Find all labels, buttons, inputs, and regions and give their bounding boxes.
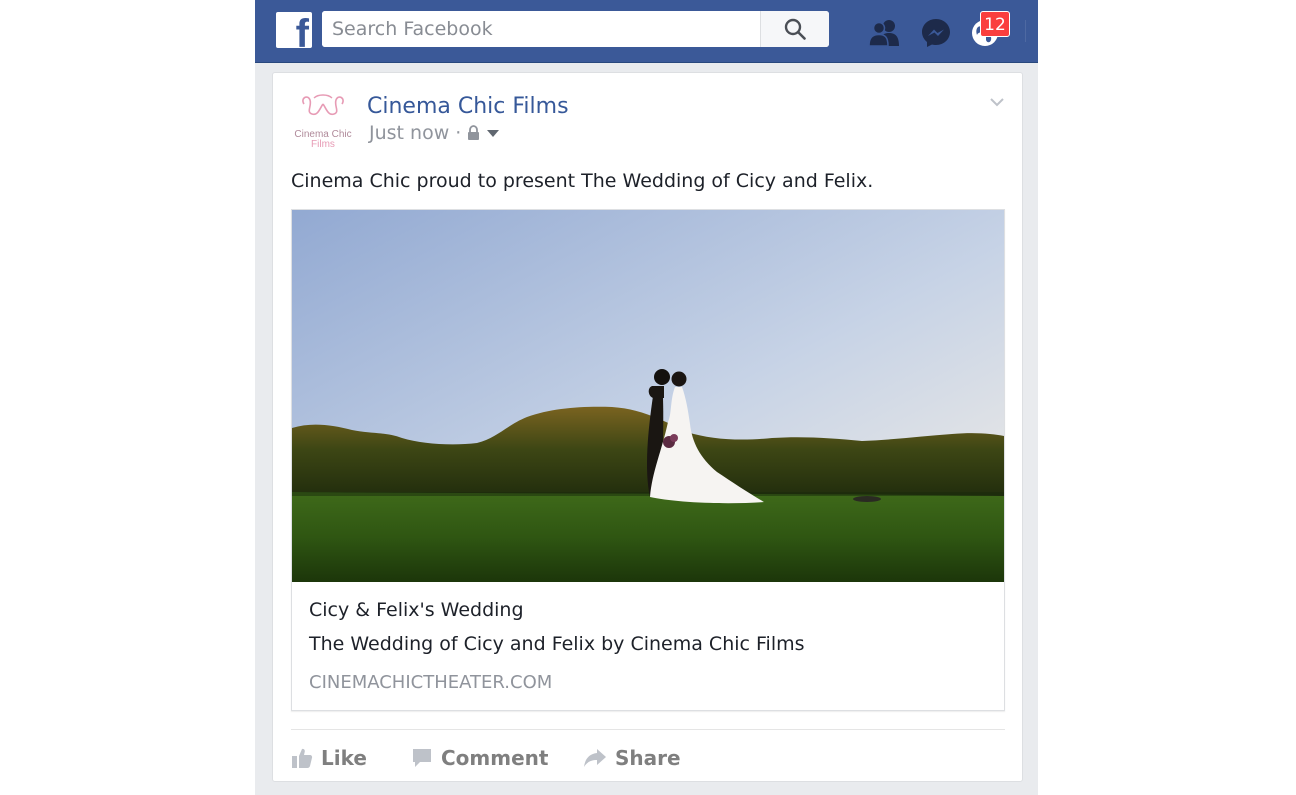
- facebook-logo-letter: f: [295, 12, 309, 48]
- share-label: Share: [615, 746, 681, 770]
- share-button[interactable]: Share: [583, 743, 681, 773]
- comment-button[interactable]: Comment: [411, 743, 548, 773]
- comment-label: Comment: [441, 746, 549, 770]
- post-options-chevron-icon[interactable]: [988, 95, 1006, 109]
- post-actions: Like Comment Share: [291, 743, 1005, 773]
- post-card: Cinema Chic Films Cinema Chic Films Just…: [272, 72, 1023, 782]
- meta-separator: ·: [455, 122, 462, 144]
- page-name-link[interactable]: Cinema Chic Films: [367, 94, 569, 119]
- share-arrow-icon: [584, 749, 606, 767]
- friend-requests-icon: [868, 20, 899, 47]
- post-text: Cinema Chic proud to present The Wedding…: [291, 170, 874, 192]
- avatar-text-line2: Films: [311, 139, 335, 150]
- messenger-button[interactable]: [918, 15, 954, 51]
- post-timestamp[interactable]: Just now: [369, 122, 449, 144]
- top-navigation-bar: f Search Facebook 12: [255, 0, 1038, 63]
- audience-dropdown-icon[interactable]: [486, 128, 500, 138]
- cinema-chic-logo: Cinema Chic Films: [294, 94, 352, 150]
- link-description: The Wedding of Cicy and Felix by Cinema …: [309, 633, 805, 655]
- like-button[interactable]: Like: [291, 743, 367, 773]
- actions-divider: [291, 729, 1005, 730]
- link-preview-image[interactable]: [292, 210, 1004, 582]
- comment-icon: [413, 749, 431, 767]
- page-avatar[interactable]: Cinema Chic Films: [290, 90, 356, 150]
- thumbs-up-icon: [292, 748, 313, 768]
- search-icon: [784, 18, 806, 40]
- facebook-logo[interactable]: f: [276, 12, 312, 48]
- lock-icon: [468, 125, 480, 140]
- like-label: Like: [321, 746, 367, 770]
- link-domain: CINEMACHICTHEATER.COM: [309, 672, 553, 693]
- search-box: [322, 11, 829, 47]
- facebook-app: f Search Facebook 12 Cinema Chic Films C…: [255, 0, 1038, 795]
- link-title[interactable]: Cicy & Felix's Wedding: [309, 599, 524, 621]
- friend-requests-button[interactable]: [867, 15, 903, 51]
- post-meta: Just now ·: [369, 122, 500, 144]
- link-preview[interactable]: Cicy & Felix's Wedding The Wedding of Ci…: [291, 209, 1005, 711]
- topbar-divider: [1025, 20, 1026, 42]
- search-input[interactable]: [322, 11, 752, 47]
- notifications-badge: 12: [980, 11, 1010, 37]
- messenger-icon: [922, 19, 950, 47]
- search-button[interactable]: [760, 11, 829, 47]
